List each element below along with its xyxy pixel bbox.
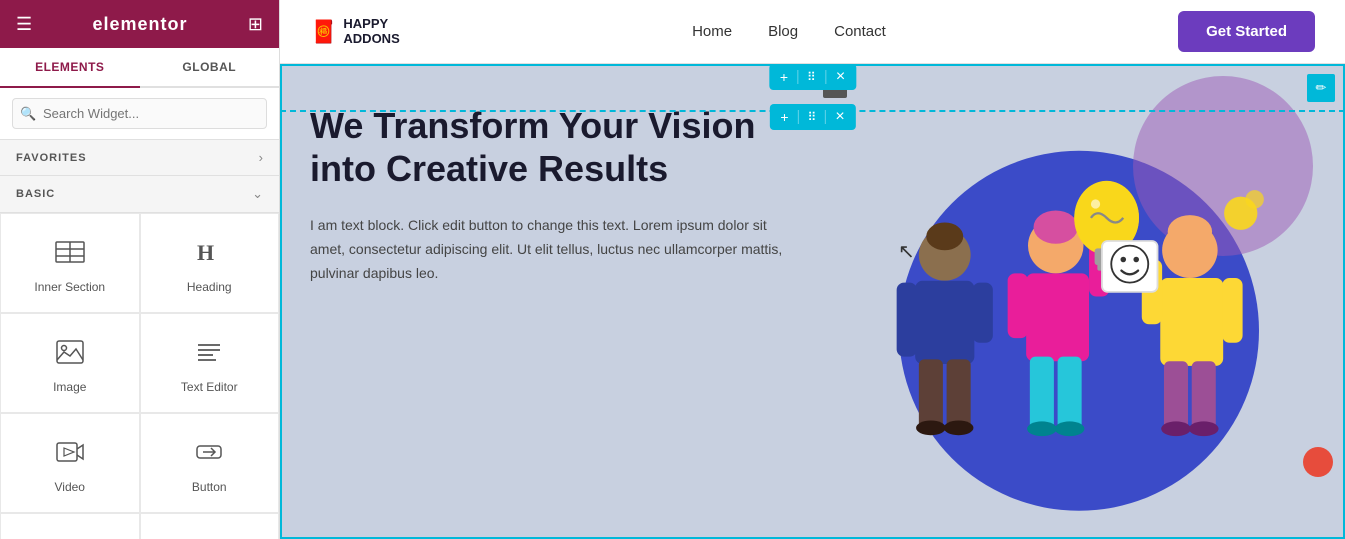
illustration-area: [815, 66, 1343, 537]
toolbar-divider-2: [826, 70, 827, 84]
toolbar-divider-1: [797, 70, 798, 84]
hamburger-icon[interactable]: ☰: [16, 14, 32, 35]
widget-button-label: Button: [192, 480, 227, 494]
get-started-button[interactable]: Get Started: [1178, 11, 1315, 52]
widget-video-label: Video: [55, 480, 85, 494]
site-header: 🧧 HAPPY ADDONS Home Blog Contact Get Sta…: [280, 0, 1345, 64]
panel-tabs: ELEMENTS GLOBAL: [0, 48, 279, 88]
heading-icon: H: [193, 236, 225, 272]
widget-text-editor-label: Text Editor: [181, 380, 238, 394]
main-paragraph: I am text block. Click edit button to ch…: [310, 214, 785, 285]
inner-section-icon: [54, 236, 86, 272]
right-column[interactable]: ✏ ⠿: [815, 64, 1345, 539]
widget-inner-section[interactable]: Inner Section: [0, 213, 140, 313]
widget-spacer[interactable]: Spacer: [140, 513, 280, 539]
favorites-section[interactable]: FAVORITES ›: [0, 140, 279, 176]
top-bar: ☰ elementor ⊞: [0, 0, 279, 48]
widget-divider[interactable]: Divider: [0, 513, 140, 539]
search-box: 🔍: [0, 88, 279, 140]
widget-text-editor[interactable]: Text Editor: [140, 313, 280, 413]
widget-button[interactable]: Button: [140, 413, 280, 513]
inner-section-close-button[interactable]: ×: [830, 106, 849, 128]
inner-section-move-button[interactable]: ⠿: [803, 108, 822, 126]
site-nav: Home Blog Contact: [692, 23, 886, 40]
section-toolbar: + ⠿ ×: [769, 64, 856, 90]
favorites-label: FAVORITES: [16, 152, 87, 164]
widget-image[interactable]: Image: [0, 313, 140, 413]
tab-elements[interactable]: ELEMENTS: [0, 48, 140, 88]
logo-emoji: 🧧: [310, 19, 337, 45]
logo-line1: HAPPY: [343, 16, 388, 31]
inner-section-toolbar: + ⠿ ×: [769, 104, 855, 130]
chevron-down-icon: ⌄: [252, 186, 263, 202]
main-heading: We Transform Your Vision into Creative R…: [310, 104, 785, 190]
svg-text:H: H: [197, 240, 214, 265]
widget-heading[interactable]: H Heading: [140, 213, 280, 313]
basic-label: BASIC: [16, 188, 55, 200]
illustration-svg: [815, 167, 1315, 537]
content-area: We Transform Your Vision into Creative R…: [280, 64, 1345, 539]
video-icon: [54, 436, 86, 472]
widget-heading-label: Heading: [187, 280, 232, 294]
search-icon: 🔍: [20, 106, 36, 122]
section-move-button[interactable]: ⠿: [802, 68, 822, 86]
left-column: We Transform Your Vision into Creative R…: [280, 64, 815, 539]
site-logo: 🧧 HAPPY ADDONS: [310, 17, 400, 46]
search-input[interactable]: [12, 98, 267, 129]
inner-toolbar-divider-1: [798, 110, 799, 124]
logo-line2: ADDONS: [343, 31, 399, 46]
image-icon: [54, 336, 86, 372]
nav-contact[interactable]: Contact: [834, 23, 886, 40]
edit-pencil-button[interactable]: ✏: [1307, 74, 1335, 102]
widgets-grid: Inner Section H Heading Image: [0, 213, 279, 539]
section-close-button[interactable]: ×: [831, 66, 850, 88]
basic-section-header[interactable]: BASIC ⌄: [0, 176, 279, 213]
nav-blog[interactable]: Blog: [768, 23, 798, 40]
inner-toolbar-divider-2: [825, 110, 826, 124]
nav-home[interactable]: Home: [692, 23, 732, 40]
left-panel: ☰ elementor ⊞ ELEMENTS GLOBAL 🔍 FAVORITE…: [0, 0, 280, 539]
widget-image-label: Image: [53, 380, 86, 394]
elementor-logo: elementor: [93, 14, 188, 35]
tab-global[interactable]: GLOBAL: [140, 48, 280, 86]
button-icon: [193, 436, 225, 472]
text-editor-icon: [193, 336, 225, 372]
grid-icon[interactable]: ⊞: [248, 14, 263, 35]
widget-inner-section-label: Inner Section: [34, 280, 105, 294]
widget-video[interactable]: Video: [0, 413, 140, 513]
main-content: 🧧 HAPPY ADDONS Home Blog Contact Get Sta…: [280, 0, 1345, 539]
chevron-right-icon: ›: [259, 150, 263, 165]
section-add-button[interactable]: +: [775, 67, 793, 87]
inner-section-add-button[interactable]: +: [775, 107, 793, 127]
